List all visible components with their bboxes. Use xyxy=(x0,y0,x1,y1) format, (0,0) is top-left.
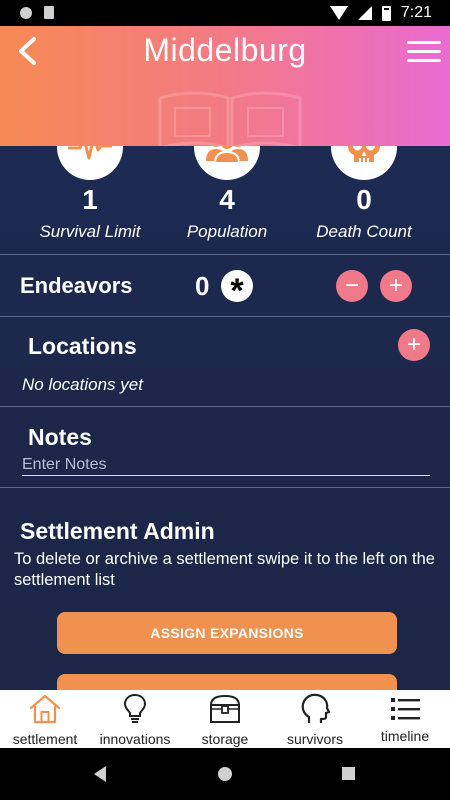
nav-storage[interactable]: storage xyxy=(180,690,270,748)
death-count-value: 0 xyxy=(356,184,372,215)
nav-label: innovations xyxy=(99,731,171,747)
heartbeat-icon xyxy=(68,146,112,160)
battery-icon xyxy=(381,5,391,21)
locations-title: Locations xyxy=(28,333,137,359)
notes-title: Notes xyxy=(28,424,92,450)
endeavors-label: Endeavors xyxy=(20,273,133,298)
stat-circle xyxy=(331,146,397,180)
wifi-icon xyxy=(329,6,348,20)
nav-label: settlement xyxy=(12,731,78,747)
system-recents-icon[interactable] xyxy=(342,767,355,780)
hamburger-menu-icon[interactable] xyxy=(406,38,442,66)
settlement-admin-description: To delete or archive a settlement swipe … xyxy=(14,550,435,589)
notes-input[interactable] xyxy=(22,454,430,476)
settlement-content: 1 Survival Limit 4 Population 0 Death Co… xyxy=(0,146,450,690)
system-home-icon[interactable] xyxy=(218,767,232,781)
nav-label: survivors xyxy=(286,731,343,747)
nav-label: timeline xyxy=(380,728,430,744)
list-icon xyxy=(391,698,420,720)
chest-icon xyxy=(209,694,241,723)
endeavor-asterisk-icon: * xyxy=(221,270,253,308)
nav-timeline[interactable]: timeline xyxy=(360,690,450,748)
status-bar: 7:21 xyxy=(0,0,450,26)
divider xyxy=(0,487,450,488)
stat-circle xyxy=(57,146,123,180)
nav-survivors[interactable]: survivors xyxy=(270,690,360,748)
divider xyxy=(0,406,450,407)
book-decoration-icon xyxy=(158,91,302,146)
app-header: Middelburg xyxy=(0,26,450,146)
status-time: 7:21 xyxy=(400,4,432,21)
population-value: 4 xyxy=(219,184,235,215)
nav-label: storage xyxy=(201,731,249,747)
lightbulb-icon xyxy=(123,693,147,723)
skull-icon xyxy=(348,146,380,162)
house-icon xyxy=(29,694,61,724)
nav-innovations[interactable]: innovations xyxy=(90,690,180,748)
bottom-navigation: settlement innovations storage survivors xyxy=(0,690,450,748)
survival-limit-value: 1 xyxy=(82,184,98,215)
assign-expansions-button[interactable]: ASSIGN EXPANSIONS xyxy=(57,612,397,654)
endeavors-increment-button[interactable]: + xyxy=(380,270,412,302)
cell-signal-icon xyxy=(357,6,372,20)
notification-dot-icon xyxy=(20,6,32,19)
nav-settlement[interactable]: settlement xyxy=(0,690,90,748)
survival-limit-label: Survival Limit xyxy=(39,222,141,241)
death-count-label: Death Count xyxy=(316,222,412,241)
system-back-icon[interactable] xyxy=(94,766,106,782)
divider xyxy=(0,254,450,255)
people-icon xyxy=(206,146,248,163)
settlement-admin-title: Settlement Admin xyxy=(20,518,215,544)
divider xyxy=(0,316,450,317)
head-icon xyxy=(301,693,331,723)
sd-card-icon xyxy=(44,6,54,19)
stat-circle xyxy=(194,146,260,180)
locations-empty-text: No locations yet xyxy=(22,375,143,394)
population-label: Population xyxy=(186,222,268,241)
secondary-action-button[interactable] xyxy=(57,674,397,690)
system-navigation-bar xyxy=(0,748,450,800)
endeavors-decrement-button[interactable]: − xyxy=(336,270,368,302)
page-title: Middelburg xyxy=(143,32,307,68)
add-location-button[interactable]: + xyxy=(398,329,430,361)
endeavors-value: 0 xyxy=(195,271,210,301)
